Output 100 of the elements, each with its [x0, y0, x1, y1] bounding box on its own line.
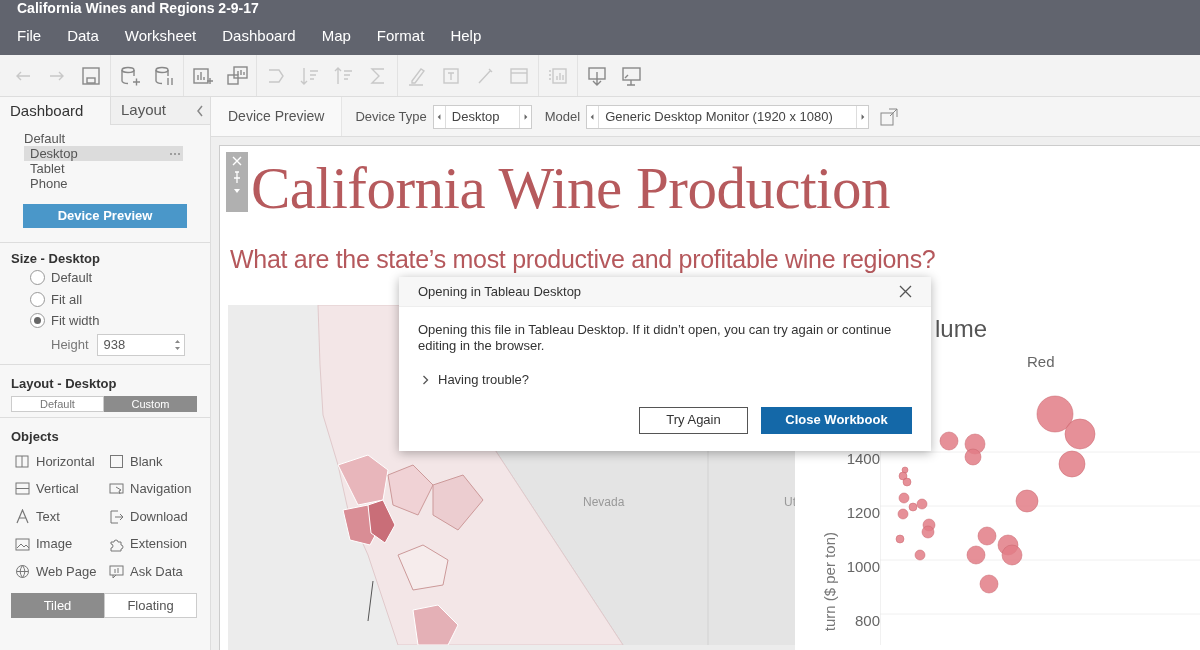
bubble: [914, 549, 926, 561]
chart-title: lume: [935, 315, 988, 343]
object-item[interactable]: Blank: [105, 447, 199, 476]
axis-tick-label: 1200: [846, 503, 880, 523]
panel-tab[interactable]: Layout: [110, 97, 190, 125]
disclosure-toggle[interactable]: Having trouble?: [422, 370, 530, 390]
object-item[interactable]: Web Page: [11, 557, 105, 586]
bubble: [916, 498, 928, 510]
chevron-icon[interactable]: [422, 374, 429, 385]
mode-toggle[interactable]: Floating: [104, 593, 197, 619]
object-item[interactable]: Ask Data: [105, 557, 199, 586]
device-item[interactable]: Tablet: [24, 161, 183, 176]
presentation-icon[interactable]: [620, 64, 642, 87]
map-label: Nevada: [583, 494, 625, 511]
height-field[interactable]: 938: [96, 333, 185, 356]
vertical-object-icon: [15, 481, 30, 497]
bubble: [895, 534, 905, 544]
bubble: [908, 502, 918, 512]
download-icon[interactable]: [586, 64, 608, 87]
bubble: [897, 508, 909, 520]
dialog-title: Opening in Tableau Desktop: [418, 282, 582, 301]
radio-button[interactable]: [30, 291, 45, 307]
database-pause-icon[interactable]: [153, 64, 175, 87]
bubble: [1064, 418, 1096, 450]
menu-item[interactable]: Format: [376, 26, 425, 46]
image-object-icon: [15, 536, 30, 552]
navigation-object-icon: [109, 481, 124, 497]
export-window-icon[interactable]: [879, 106, 900, 127]
device-preview-tab[interactable]: Device Preview: [211, 97, 343, 136]
radio-label: Default: [51, 269, 93, 287]
bubble: [977, 526, 997, 546]
pin-icon[interactable]: [232, 171, 242, 183]
radio-button[interactable]: [30, 313, 45, 329]
axis-tick-label: 1400: [846, 449, 880, 469]
extension-object-icon: [109, 536, 124, 552]
device-item[interactable]: Desktop: [24, 146, 183, 161]
axis-tick-label: 800: [854, 611, 880, 631]
device-item[interactable]: Phone: [24, 176, 183, 191]
menu-item[interactable]: Help: [450, 26, 482, 46]
horizontal-object-icon: [15, 453, 30, 469]
device-label: Phone: [30, 176, 68, 191]
device-item[interactable]: Default: [24, 131, 183, 146]
panel-header: Red: [1027, 352, 1055, 372]
menu-item[interactable]: Worksheet: [124, 26, 197, 46]
bubble: [921, 525, 935, 539]
object-item[interactable]: Image: [11, 530, 105, 558]
more-dots-icon[interactable]: [169, 151, 181, 156]
dashboard-title: California Wine Production: [251, 154, 890, 223]
floating-controls[interactable]: [226, 152, 248, 212]
bubble: [939, 431, 959, 451]
county-shape: [412, 604, 459, 645]
bubble: [979, 574, 999, 594]
dialog-button[interactable]: Try Again: [639, 406, 748, 434]
bubble: [964, 448, 982, 466]
spinner-arrows-icon[interactable]: [173, 338, 181, 351]
axis-title: turn ($ per ton): [819, 531, 839, 632]
askdata-object-icon: [109, 564, 124, 580]
bubble: [898, 492, 910, 504]
dashboard-subtitle: What are the state’s most productive and profitable wine regions?: [229, 244, 936, 274]
database-plus-icon[interactable]: [119, 64, 141, 87]
object-item[interactable]: Download: [105, 502, 199, 531]
field-label: Device Type: [355, 107, 427, 126]
menu-item[interactable]: Data: [67, 26, 99, 46]
bubble: [1015, 489, 1039, 513]
object-item[interactable]: Horizontal: [11, 447, 105, 476]
window-title: California Wines and Regions 2-9-17: [17, 0, 260, 16]
dialog-button[interactable]: Close Workbook: [761, 406, 912, 434]
close-icon[interactable]: [899, 285, 912, 298]
section-heading: Layout - Desktop: [11, 375, 118, 392]
download-object-icon: [109, 509, 124, 524]
section-heading: Size - Desktop: [11, 251, 101, 267]
object-item[interactable]: Text: [11, 502, 105, 531]
menu-item[interactable]: Dashboard: [222, 26, 296, 46]
radio-label: Fit width: [51, 312, 100, 330]
menu-item[interactable]: Map: [321, 26, 351, 46]
radio-label: Fit all: [51, 290, 83, 309]
object-item[interactable]: Vertical: [11, 475, 105, 503]
dropdown[interactable]: Desktop: [432, 104, 532, 129]
device-label: Default: [24, 131, 66, 146]
county-shape: [432, 474, 484, 531]
leader-line: [367, 580, 374, 622]
save-icon[interactable]: [80, 64, 102, 87]
section-heading: Objects: [11, 428, 60, 445]
bubble: [966, 545, 986, 565]
caret-down-icon[interactable]: [233, 188, 241, 194]
object-item[interactable]: Navigation: [105, 475, 199, 503]
radio-button[interactable]: [30, 270, 45, 286]
collapse-chevron-icon[interactable]: [196, 104, 204, 117]
dropdown[interactable]: Generic Desktop Monitor (1920 x 1080): [586, 104, 870, 129]
device-label: Desktop: [30, 146, 78, 161]
menu-item[interactable]: File: [17, 26, 42, 46]
object-item[interactable]: Extension: [105, 530, 199, 558]
bubble: [1058, 450, 1086, 478]
chart-grid-icon[interactable]: [226, 64, 248, 87]
layout-segment[interactable]: Default: [11, 395, 104, 412]
field-label: Height: [51, 335, 89, 354]
bubble: [1001, 544, 1023, 566]
text-object-icon: [15, 509, 30, 524]
webpage-object-icon: [15, 564, 30, 580]
blank-object-icon: [109, 453, 124, 469]
